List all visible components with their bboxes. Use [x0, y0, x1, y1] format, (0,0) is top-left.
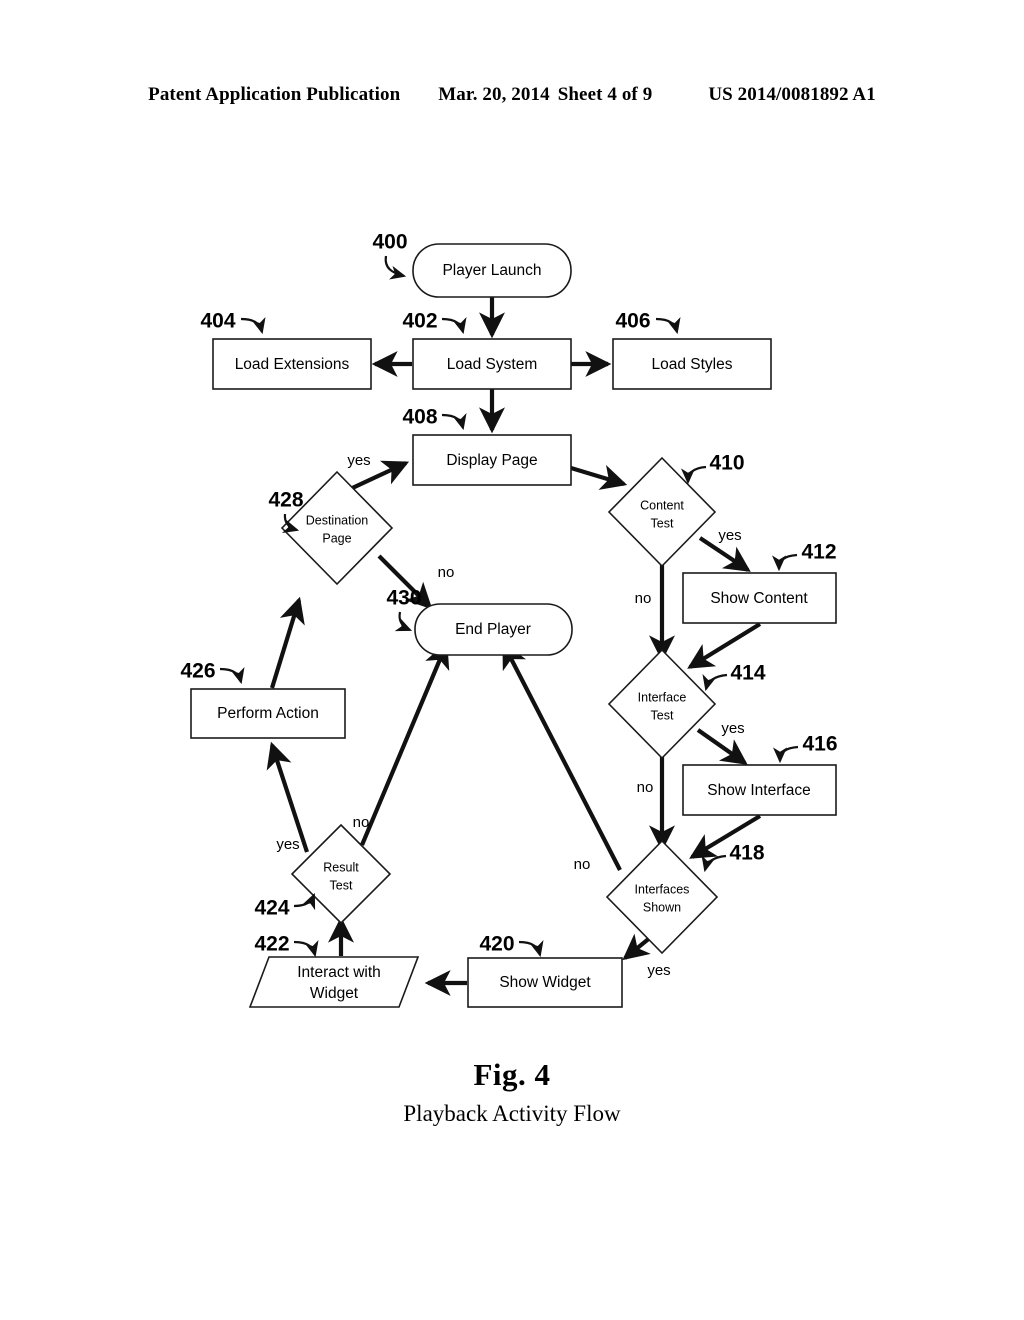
interface-test-label-line2: Test — [651, 708, 674, 722]
node-end-player[interactable]: End Player — [414, 603, 573, 656]
node-interact-with-widget[interactable]: Interact with Widget — [248, 956, 420, 1008]
ref-num-402: 402 — [402, 310, 437, 333]
ref-num-428: 428 — [268, 489, 303, 512]
node-load-system[interactable]: Load System — [412, 338, 572, 390]
ref-num-424: 424 — [254, 897, 289, 920]
destination-page-label-line1: Destination — [306, 513, 369, 527]
edge-label-destination-page-no: no — [438, 564, 455, 581]
result-test-label-line2: Test — [330, 878, 353, 892]
interface-test-label-line1: Interface — [638, 690, 687, 704]
node-show-interface[interactable]: Show Interface — [682, 764, 837, 816]
edge-perform-action-to-destination-page — [269, 596, 305, 689]
load-styles-label: Load Styles — [652, 356, 733, 373]
ref-num-414: 414 — [730, 662, 765, 685]
leader-410 — [680, 465, 707, 485]
ref-num-426: 426 — [180, 660, 215, 683]
edge-label-destination-page-yes: yes — [347, 452, 370, 469]
ref-num-420: 420 — [479, 933, 514, 956]
edge-label-interface-test-no: no — [637, 779, 654, 796]
leader-416 — [772, 745, 799, 764]
leader-418 — [701, 854, 727, 873]
edge-label-result-test-no: no — [353, 814, 370, 831]
figure-title-caption: Playback Activity Flow — [403, 1101, 621, 1126]
ref-num-430: 430 — [386, 587, 421, 610]
node-load-styles[interactable]: Load Styles — [612, 338, 772, 390]
node-player-launch[interactable]: Player Launch — [412, 243, 572, 298]
playback-activity-flowchart: Player Launch Load System Load Extension… — [180, 231, 838, 1008]
patent-header: Patent Application Publication Mar. 20, … — [0, 84, 1024, 106]
node-perform-action[interactable]: Perform Action — [190, 688, 346, 739]
end-player-label: End Player — [455, 621, 531, 638]
leader-412 — [771, 553, 798, 572]
edge-display-page-to-content-test — [570, 464, 628, 490]
node-display-page[interactable]: Display Page — [412, 434, 572, 486]
perform-action-label: Perform Action — [217, 705, 319, 722]
edge-label-result-test-yes: yes — [276, 836, 299, 853]
edge-label-interface-test-yes: yes — [721, 720, 744, 737]
node-content-test[interactable]: Content Test — [607, 456, 717, 568]
show-interface-label: Show Interface — [707, 782, 810, 799]
node-interface-test[interactable]: Interface Test — [607, 648, 717, 760]
interfaces-shown-label-line2: Shown — [643, 900, 681, 914]
show-widget-label: Show Widget — [499, 974, 591, 991]
player-launch-label: Player Launch — [442, 262, 541, 279]
leader-402 — [441, 317, 467, 335]
ref-num-406: 406 — [615, 310, 650, 333]
content-test-label-line2: Test — [651, 516, 674, 530]
load-system-label: Load System — [447, 356, 537, 373]
ref-num-400: 400 — [372, 231, 407, 254]
ref-num-422: 422 — [254, 933, 289, 956]
edge-result-test-no-to-end-player — [360, 641, 450, 846]
leader-426 — [219, 667, 245, 685]
figure-number-caption: Fig. 4 — [473, 1057, 551, 1092]
node-show-content[interactable]: Show Content — [682, 572, 837, 624]
interfaces-shown-label-line1: Interfaces — [635, 882, 690, 896]
leader-422 — [293, 940, 319, 958]
node-result-test[interactable]: Result Test — [290, 823, 392, 925]
header-publication-text: Patent Application Publication — [148, 84, 401, 105]
header-sheet-text: Sheet 4 of 9 — [557, 84, 653, 105]
content-test-label-line1: Content — [640, 498, 684, 512]
ref-num-410: 410 — [709, 452, 744, 475]
node-load-extensions[interactable]: Load Extensions — [212, 338, 372, 390]
node-interfaces-shown[interactable]: Interfaces Shown — [605, 839, 719, 955]
leader-408 — [441, 413, 467, 431]
ref-num-418: 418 — [729, 842, 764, 865]
show-content-label: Show Content — [710, 590, 808, 607]
edge-label-content-test-yes: yes — [718, 527, 741, 544]
edge-label-content-test-no: no — [635, 590, 652, 607]
ref-num-412: 412 — [801, 541, 836, 564]
result-test-label-line1: Result — [323, 860, 359, 874]
node-show-widget[interactable]: Show Widget — [467, 957, 623, 1008]
interfaces-shown-shape — [605, 839, 719, 955]
interact-with-widget-label-line1: Interact with — [297, 964, 381, 981]
destination-page-label-line2: Page — [322, 531, 351, 545]
leader-430 — [394, 611, 413, 632]
edge-label-interfaces-shown-yes: yes — [647, 962, 670, 979]
interact-with-widget-label-line2: Widget — [310, 985, 359, 1002]
leader-424 — [293, 892, 316, 911]
edge-interfaces-shown-no-to-end-player — [502, 642, 622, 871]
edge-label-interfaces-shown-no: no — [574, 856, 591, 873]
header-publication-number: US 2014/0081892 A1 — [708, 84, 876, 105]
leader-414 — [702, 673, 728, 692]
display-page-label: Display Page — [446, 452, 537, 469]
leader-400 — [384, 255, 407, 280]
load-extensions-label: Load Extensions — [235, 356, 350, 373]
leader-406 — [655, 317, 681, 335]
leader-420 — [518, 940, 544, 958]
ref-num-408: 408 — [402, 406, 437, 429]
header-date-text: Mar. 20, 2014 — [438, 84, 550, 105]
ref-num-404: 404 — [200, 310, 235, 333]
leader-404 — [240, 317, 266, 335]
edge-show-content-to-interface-test — [687, 622, 762, 669]
ref-num-416: 416 — [802, 733, 837, 756]
